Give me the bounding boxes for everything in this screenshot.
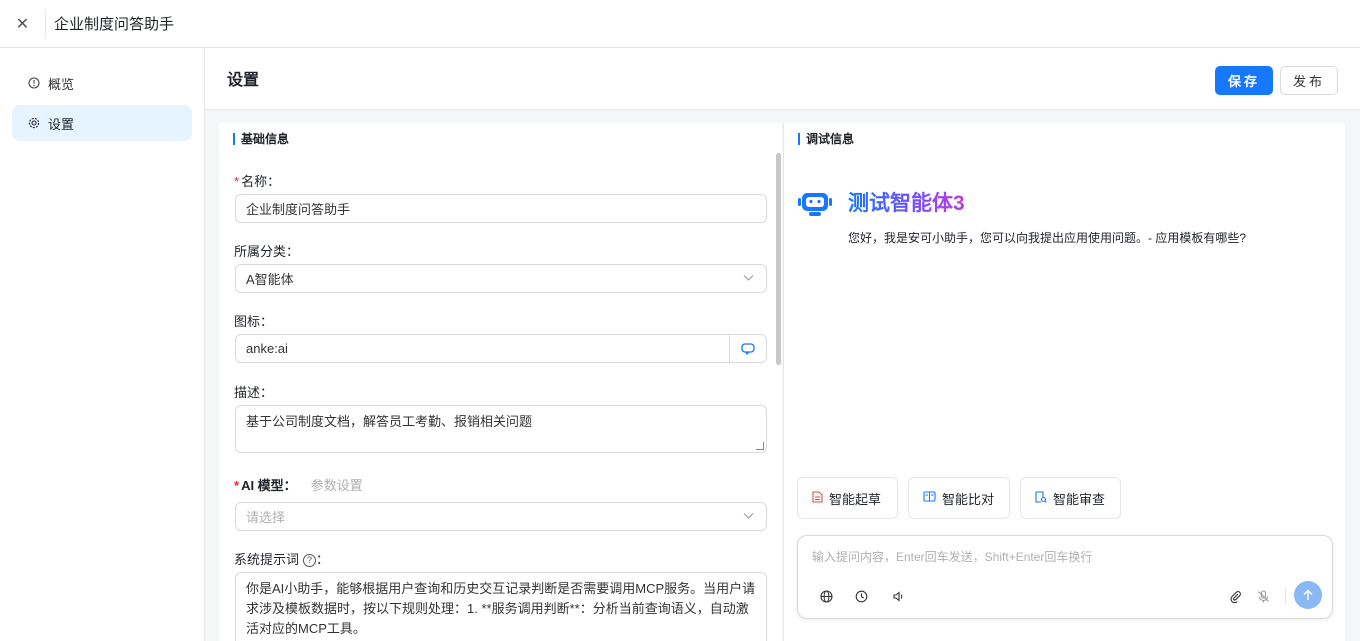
description-textarea[interactable]: 基于公司制度文档，解答员工考勤、报销相关问题 [235, 405, 767, 453]
robot-icon [798, 193, 832, 216]
bot-name: 测试智能体3 [848, 187, 965, 217]
category-label: 所属分类： [234, 244, 300, 259]
section-title: 调试信息 [798, 133, 854, 145]
globe-icon[interactable] [814, 584, 838, 608]
quick-action-compare[interactable]: 智能比对 [908, 477, 1010, 519]
compare-icon [923, 491, 936, 505]
chevron-down-icon [743, 272, 754, 286]
close-icon: ✕ [15, 15, 30, 33]
sidebar-item-label: 概览 [48, 76, 75, 92]
title-bar: ✕ 企业制度问答助手 [0, 0, 1360, 48]
param-settings-link[interactable]: 参数设置 [311, 478, 363, 493]
required-mark: * [234, 478, 240, 493]
sidebar-item-overview[interactable]: 概览 [12, 65, 192, 101]
document-icon [812, 490, 823, 506]
quick-action-review[interactable]: 智能审查 [1020, 477, 1121, 519]
required-mark: * [234, 174, 240, 189]
chat-input-box[interactable]: 输入提问内容，Enter回车发送，Shift+Enter回车换行 [797, 535, 1333, 619]
name-label: * 名称： [234, 174, 281, 189]
send-button[interactable] [1294, 581, 1322, 609]
system-prompt-textarea[interactable]: 你是AI小助手，能够根据用户查询和历史交互记录判断是否需要调用MCP服务。当用户… [235, 572, 767, 641]
divider [1285, 588, 1286, 604]
arrow-up-icon [1303, 589, 1313, 600]
sidebar: 概览 设置 [0, 48, 205, 641]
category-select[interactable]: A智能体 [235, 264, 767, 293]
save-button[interactable]: 保存 [1215, 66, 1273, 95]
publish-button[interactable]: 发布 [1280, 66, 1338, 95]
icon-input[interactable]: anke:ai [235, 334, 767, 363]
page-header: 设置 保存 发布 [205, 48, 1360, 110]
section-title: 基础信息 [233, 133, 289, 145]
ai-model-label: * AI 模型： 参数设置 [234, 478, 363, 493]
bot-greeting: 您好，我是安可小助手，您可以向我提出应用使用问题。- 应用模板有哪些? [848, 231, 1247, 245]
resize-handle[interactable] [756, 442, 764, 450]
icon-label: 图标： [234, 314, 274, 329]
quick-action-draft[interactable]: 智能起草 [797, 477, 898, 519]
chat-input[interactable]: 输入提问内容，Enter回车发送，Shift+Enter回车换行 [812, 548, 1092, 565]
history-icon[interactable] [849, 584, 873, 608]
icon-picker-button[interactable] [729, 335, 766, 362]
help-icon[interactable]: ? [303, 554, 317, 568]
debug-panel: 调试信息 测试智能体3 您好，我是安可小助手，您可以向我提出应用使用问题。- 应… [783, 123, 1345, 641]
review-icon [1035, 490, 1047, 506]
close-button[interactable]: ✕ [0, 9, 46, 38]
ai-model-select[interactable]: 请选择 [235, 502, 767, 531]
window-title: 企业制度问答助手 [54, 16, 175, 33]
speaker-icon[interactable] [886, 584, 910, 608]
description-label: 描述： [234, 385, 274, 400]
scrollbar[interactable] [776, 153, 781, 365]
name-input[interactable]: 企业制度问答助手 [235, 194, 767, 223]
sidebar-item-settings[interactable]: 设置 [12, 105, 192, 141]
mic-off-icon[interactable] [1251, 584, 1275, 608]
chevron-down-icon [743, 510, 754, 524]
info-icon [26, 77, 42, 89]
gear-icon [26, 117, 42, 129]
basic-info-panel: 基础信息 * 名称： 企业制度问答助手 所属分类： A智能体 图标： anke:a… [219, 123, 782, 641]
system-prompt-label: 系统提示词?： [234, 552, 330, 568]
page-title: 设置 [227, 72, 260, 89]
chat-bubble-icon [741, 342, 755, 355]
attachment-icon[interactable] [1223, 584, 1247, 608]
sidebar-item-label: 设置 [48, 116, 75, 132]
